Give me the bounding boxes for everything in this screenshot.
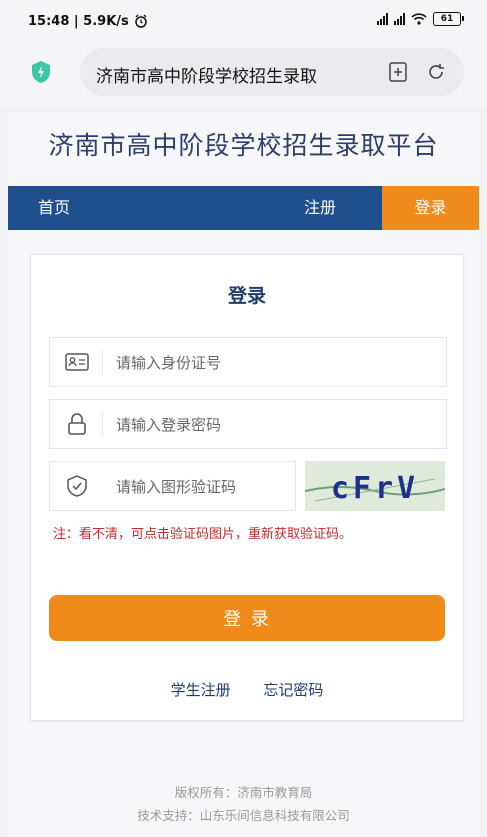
lock-icon: [68, 413, 86, 435]
status-time: 15:48 | 5.9K/s: [28, 14, 129, 29]
id-number-field[interactable]: [49, 337, 447, 387]
password-input[interactable]: [114, 410, 318, 440]
signal-icon: [394, 13, 405, 25]
student-register-link[interactable]: 学生注册: [171, 681, 231, 699]
card-links: 学生注册 忘记密码: [31, 679, 463, 700]
nav-login[interactable]: 登录: [382, 186, 479, 230]
refresh-icon[interactable]: [426, 62, 446, 82]
captcha-field[interactable]: [49, 461, 318, 511]
signal-icon: [377, 13, 388, 25]
captcha-graphic[interactable]: cFrV: [305, 461, 445, 511]
browser-bar: 济南市高中阶段学校招生录取: [0, 40, 487, 106]
footer-copyright: 版权所有：济南市教育局: [174, 785, 313, 800]
web-page: 济南市高中阶段学校招生录取平台 首页 注册 登录 登录 请输入身份证号 请输入图…: [8, 112, 479, 837]
nav-bar: 首页 注册 登录: [8, 186, 479, 230]
site-title: 济南市高中阶段学校招生录取平台: [48, 131, 439, 160]
wifi-icon: [411, 13, 427, 25]
login-card: 登录 请输入身份证号 请输入图形验证码 cFrV 注：看不清，可点击验证码图片，…: [30, 254, 464, 721]
nav-register[interactable]: 注册: [304, 186, 336, 230]
field-separator: [102, 350, 103, 374]
id-card-icon: [65, 353, 89, 371]
captcha-input[interactable]: [114, 472, 318, 502]
status-bar: 15:48 | 5.9K/s 61: [0, 0, 487, 40]
password-field[interactable]: [49, 399, 447, 449]
captcha-text: cFrV: [331, 471, 419, 506]
footer-support: 技术支持：山东乐间信息科技有限公司: [137, 808, 350, 823]
captcha-note: 注：看不清，可点击验证码图片，重新获取验证码。: [53, 527, 353, 542]
battery-icon: 61: [433, 12, 464, 26]
login-title: 登录: [227, 285, 266, 307]
bookmark-icon[interactable]: [388, 61, 408, 83]
field-separator: [102, 412, 103, 436]
captcha-image[interactable]: cFrV: [305, 461, 445, 511]
id-number-input[interactable]: [114, 348, 318, 378]
address-bar[interactable]: 济南市高中阶段学校招生录取: [80, 48, 464, 96]
shield-icon[interactable]: [30, 60, 52, 84]
alarm-icon: [135, 14, 147, 28]
forgot-password-link[interactable]: 忘记密码: [263, 681, 323, 699]
url-text[interactable]: 济南市高中阶段学校招生录取: [96, 62, 366, 87]
nav-home[interactable]: 首页: [38, 186, 70, 230]
login-button[interactable]: 登 录: [49, 595, 445, 641]
shield-check-icon: [67, 475, 87, 497]
